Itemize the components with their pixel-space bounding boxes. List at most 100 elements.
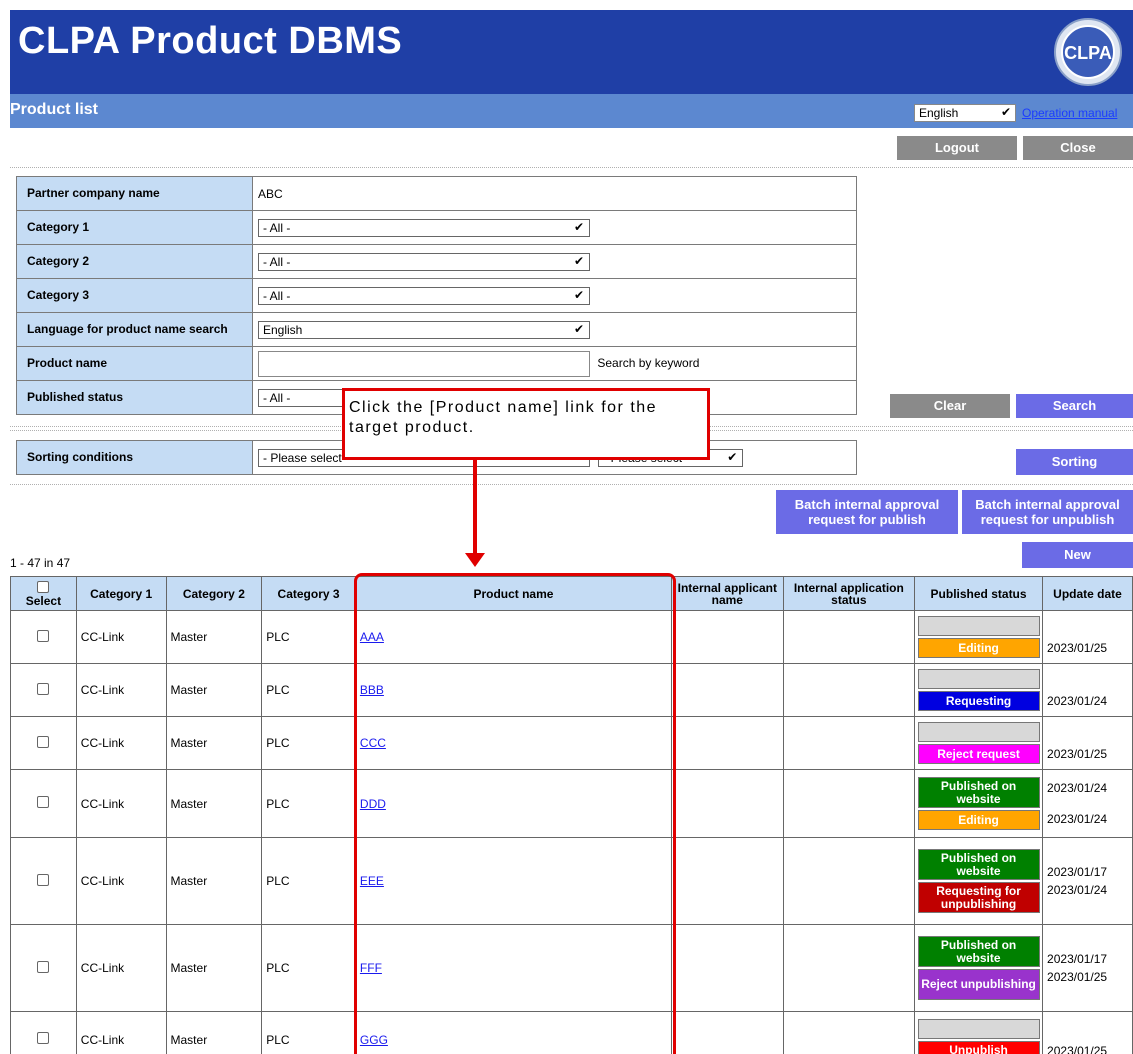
clear-button[interactable]: Clear [890,394,1010,418]
language-search-select[interactable]: English ✔ [258,320,590,339]
update-date: 2023/01/25 [1047,641,1108,655]
row-category3: PLC [261,610,356,664]
row-applicant [671,610,784,664]
category1-select[interactable]: - All - ✔ [258,218,590,237]
logo-text: CLPA [1064,43,1112,63]
product-name-input[interactable] [258,350,590,377]
row-category1: CC-Link [75,663,167,717]
status-badge-empty [917,669,1040,689]
row-category3: PLC [261,1011,356,1054]
result-count: 1 - 47 in 47 [10,556,71,570]
row-app-status [782,769,916,838]
category3-select[interactable]: - All - ✔ [258,286,590,305]
row-select-checkbox[interactable] [37,682,50,695]
category1-select-value: - All - [263,220,291,235]
batch-unpublish-button[interactable]: Batch internal approval request for unpu… [962,490,1133,534]
row-category2: Master [165,924,263,1012]
published-status-select-value: - All - [263,390,291,405]
chevron-down-icon: ✔ [727,449,738,464]
batch-publish-button[interactable]: Batch internal approval request for publ… [776,490,958,534]
update-date: 2023/01/25 [1047,1043,1108,1054]
instruction-callout: Click the [Product name] link for the ta… [342,388,710,460]
row-category1: CC-Link [75,837,167,925]
row-applicant [671,837,784,925]
row-select-checkbox[interactable] [37,796,50,808]
row-select-checkbox[interactable] [37,735,50,748]
update-date: 2023/01/25 [1047,747,1108,761]
language-select-value: English [919,106,959,120]
row-app-status [782,610,916,664]
app-title: CLPA Product DBMS [18,20,403,62]
language-select[interactable]: English ✔ [914,104,1016,122]
row-select-checkbox[interactable] [37,1032,50,1044]
chevron-down-icon: ✔ [573,287,584,302]
row-app-status [782,663,916,717]
row-category1: CC-Link [75,769,167,838]
update-date-header: Update date [1042,576,1133,611]
update-date: 2023/01/24 [1047,812,1108,826]
category1-header: Category 1 [75,576,167,611]
row-category2: Master [165,837,263,925]
status-badge-editing: Editing [917,638,1040,658]
arrow-line [473,460,477,555]
row-app-status [782,837,916,925]
status-badge-requesting-unpublishing: Requesting for unpublishing [917,882,1040,913]
product-name-column-highlight [354,573,676,1054]
page-title: Product list [10,101,99,118]
arrow-down-icon [465,553,485,567]
status-badge-reject-unpublishing: Reject unpublishing [917,969,1040,1000]
chevron-down-icon: ✔ [573,253,584,268]
partner-company-label: Partner company name [16,176,253,211]
update-date: 2023/01/24 [1047,694,1108,708]
status-badge-editing: Editing [917,810,1040,830]
row-category2: Master [165,663,263,717]
status-badge-empty [917,1018,1040,1039]
row-app-status [782,924,916,1012]
row-category2: Master [165,716,263,770]
row-app-status [782,1011,916,1054]
row-applicant [671,924,784,1012]
status-badge-requesting: Requesting [917,691,1040,711]
keyword-hint: Search by keyword [597,355,700,370]
update-date: 2023/01/24 [1047,781,1108,795]
sorting-condition-1-value: - Please select - [263,450,350,465]
status-badge-empty [917,722,1040,742]
row-applicant [671,769,784,838]
search-button[interactable]: Search [1016,394,1133,418]
chevron-down-icon: ✔ [573,321,584,336]
category3-header: Category 3 [261,576,356,611]
row-category3: PLC [261,716,356,770]
row-applicant [671,1011,784,1054]
close-button[interactable]: Close [1023,136,1133,160]
select-all-checkbox[interactable] [37,580,50,593]
status-badge-reject-request: Reject request [917,744,1040,764]
chevron-down-icon: ✔ [1000,105,1011,119]
logout-button[interactable]: Logout [897,136,1017,160]
row-applicant [671,716,784,770]
operation-manual-link[interactable]: Operation manual [1022,106,1117,120]
row-category2: Master [165,610,263,664]
clpa-logo: CLPA [1054,18,1122,86]
row-select-checkbox[interactable] [37,873,50,886]
internal-application-status-header: Internal application status [782,576,916,611]
row-app-status [782,716,916,770]
status-badge-unpublish: Unpublish [917,1040,1040,1054]
row-category1: CC-Link [75,716,167,770]
status-badge-published: Published on website [917,936,1040,967]
sorting-button[interactable]: Sorting [1016,449,1133,475]
row-select-checkbox[interactable] [37,960,50,973]
category1-label: Category 1 [16,210,253,245]
new-button[interactable]: New [1022,542,1133,568]
language-search-label: Language for product name search [16,312,253,347]
row-select-checkbox[interactable] [37,629,50,642]
category2-header: Category 2 [165,576,263,611]
select-header: Select [10,576,77,611]
row-category1: CC-Link [75,1011,167,1054]
sorting-conditions-label: Sorting conditions [16,440,253,475]
category2-select[interactable]: - All - ✔ [258,252,590,271]
language-search-select-value: English [263,322,303,337]
row-category3: PLC [261,924,356,1012]
row-category3: PLC [261,837,356,925]
partner-company-value: ABC [252,176,857,211]
select-header-label: Select [25,593,62,608]
